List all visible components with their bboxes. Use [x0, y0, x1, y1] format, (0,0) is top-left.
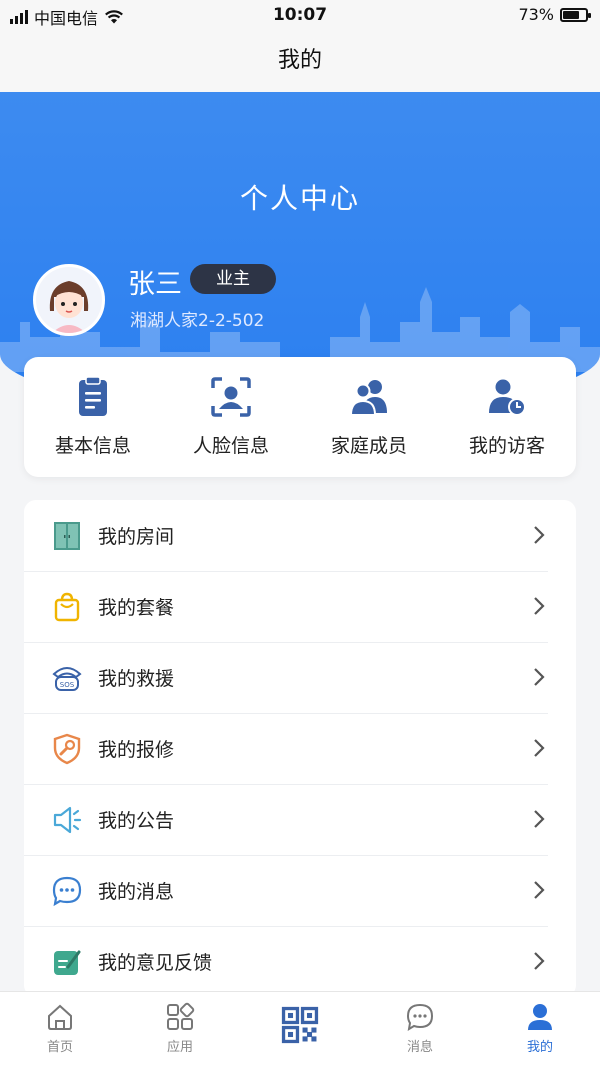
- tab-scan-qr[interactable]: [240, 992, 360, 1065]
- tab-label: 首页: [46, 1040, 73, 1055]
- user-address: 湘湖人家2-2-502: [130, 311, 265, 331]
- chevron-right-icon: [534, 668, 545, 686]
- quick-action-label: 家庭成员: [330, 435, 407, 457]
- tab-messages[interactable]: 消息: [360, 992, 480, 1065]
- chevron-right-icon: [534, 952, 545, 970]
- menu-item-my-rescue[interactable]: SOS 我的救援: [24, 642, 576, 713]
- clipboard-icon: [79, 376, 107, 416]
- avatar[interactable]: [33, 264, 105, 336]
- user-icon: [528, 1004, 552, 1030]
- personal-center-title: 个人中心: [239, 182, 360, 215]
- sos-phone-icon: SOS: [52, 666, 82, 691]
- quick-action-my-visitors[interactable]: 我的访客: [438, 357, 576, 477]
- menu-icon-wrap: [50, 519, 84, 553]
- package-icon: [54, 592, 80, 621]
- room-icon: [54, 521, 80, 550]
- menu-list: 我的房间 我的套餐 SOS 我的救援 我的报修 我的公告 我的消息 我的意见反馈: [24, 500, 576, 997]
- user-name: 张三: [128, 269, 182, 300]
- battery-icon: [560, 7, 591, 22]
- avatar-girl-icon: [36, 267, 102, 333]
- face-scan-icon: [211, 377, 251, 417]
- quick-action-label: 人脸信息: [192, 435, 269, 457]
- tab-label: 我的: [526, 1040, 553, 1055]
- announcement-icon: [53, 806, 82, 833]
- chevron-right-icon: [534, 810, 545, 828]
- menu-item-label: 我的房间: [98, 526, 175, 548]
- family-icon: [349, 380, 387, 416]
- home-icon: [48, 1004, 72, 1030]
- tab-home[interactable]: 首页: [0, 992, 120, 1065]
- message-icon: [52, 876, 82, 906]
- menu-item-label: 我的报修: [98, 739, 175, 761]
- quick-action-basic-info[interactable]: 基本信息: [24, 357, 162, 477]
- chevron-right-icon: [534, 739, 545, 757]
- tab-apps[interactable]: 应用: [120, 992, 240, 1065]
- menu-item-label: 我的救援: [98, 668, 175, 690]
- menu-item-label: 我的公告: [98, 810, 175, 832]
- quick-action-face-info[interactable]: 人脸信息: [162, 357, 300, 477]
- bottom-tab-bar: 首页 应用 消息 我的: [0, 991, 600, 1065]
- chevron-right-icon: [534, 881, 545, 899]
- quick-action-family-members[interactable]: 家庭成员: [300, 357, 438, 477]
- clock: 10:07: [272, 5, 328, 25]
- menu-icon-wrap: SOS: [50, 661, 84, 695]
- menu-item-my-package[interactable]: 我的套餐: [24, 571, 576, 642]
- menu-item-label: 我的套餐: [98, 597, 175, 619]
- tab-mine[interactable]: 我的: [480, 992, 600, 1065]
- quick-action-label: 我的访客: [468, 435, 545, 457]
- quick-actions-card: 基本信息 人脸信息 家庭成员 我的访客: [24, 357, 576, 477]
- battery-percent: 73%: [518, 5, 554, 24]
- menu-icon-wrap: [50, 874, 84, 908]
- role-badge: 业主: [190, 264, 276, 294]
- menu-item-my-announcements[interactable]: 我的公告: [24, 784, 576, 855]
- chevron-right-icon: [534, 597, 545, 615]
- status-bar: 中国电信 10:07 73%: [0, 0, 600, 30]
- menu-item-my-feedback[interactable]: 我的意见反馈: [24, 926, 576, 997]
- menu-icon-wrap: [50, 590, 84, 624]
- visitor-icon: [489, 379, 526, 416]
- quick-action-label: 基本信息: [54, 435, 131, 457]
- tab-label: 消息: [406, 1040, 433, 1055]
- menu-item-my-messages[interactable]: 我的消息: [24, 855, 576, 926]
- menu-item-label: 我的消息: [98, 881, 175, 903]
- chat-icon: [406, 1003, 434, 1031]
- repair-icon: [53, 733, 81, 764]
- qr-code-icon: [281, 1006, 319, 1044]
- apps-icon: [167, 1002, 195, 1030]
- tab-label: 应用: [166, 1040, 193, 1055]
- menu-item-my-room[interactable]: 我的房间: [24, 500, 576, 571]
- chevron-right-icon: [534, 526, 545, 544]
- menu-icon-wrap: [50, 803, 84, 837]
- menu-item-label: 我的意见反馈: [98, 952, 213, 974]
- menu-item-my-repair[interactable]: 我的报修: [24, 713, 576, 784]
- status-right: 73%: [518, 5, 591, 24]
- feedback-icon: [54, 950, 81, 975]
- page-title: 我的: [0, 30, 600, 92]
- svg-text:SOS: SOS: [60, 681, 75, 689]
- menu-icon-wrap: [50, 945, 84, 979]
- menu-icon-wrap: [50, 732, 84, 766]
